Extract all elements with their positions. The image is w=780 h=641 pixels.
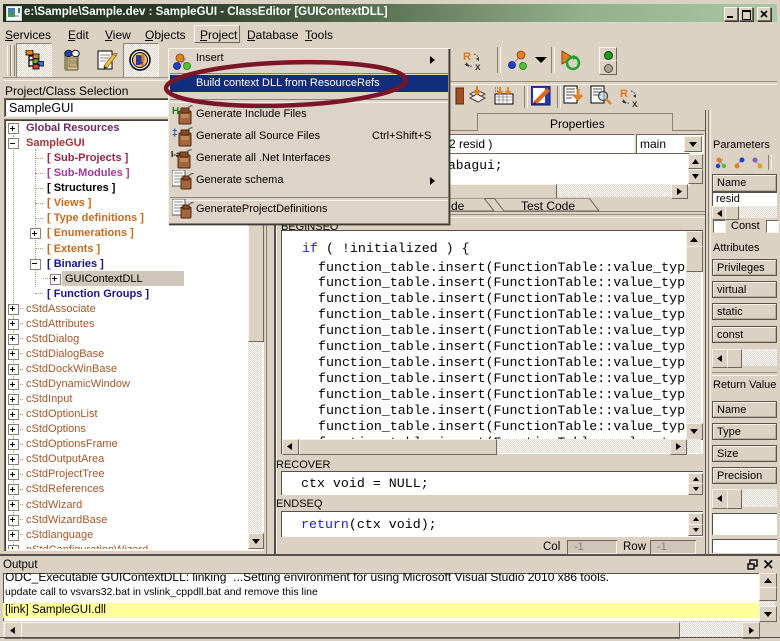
svg-text:x: x	[475, 62, 481, 71]
svg-text:R: R	[463, 51, 471, 63]
svg-text:R: R	[620, 88, 628, 100]
svg-text:‡: ‡	[172, 128, 178, 139]
svg-text:x: x	[632, 99, 638, 108]
